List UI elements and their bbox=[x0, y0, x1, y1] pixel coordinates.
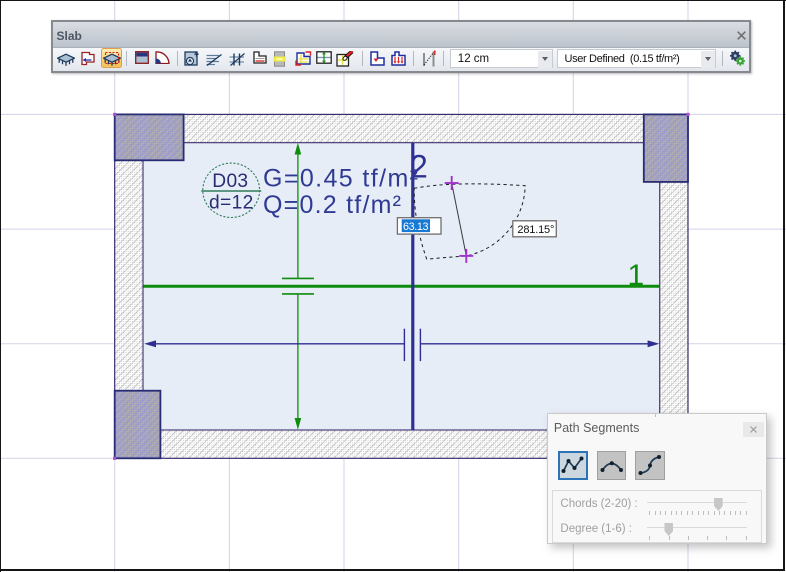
svg-text:63.13: 63.13 bbox=[403, 221, 429, 233]
svg-text:D03: D03 bbox=[212, 171, 248, 192]
svg-text:G=0.45 tf/m²: G=0.45 tf/m² bbox=[263, 165, 418, 193]
svg-text:Q=0.2 tf/m²: Q=0.2 tf/m² bbox=[263, 191, 401, 219]
svg-text:281.15°: 281.15° bbox=[517, 224, 554, 236]
svg-text:d=12: d=12 bbox=[209, 193, 253, 214]
svg-text:1: 1 bbox=[628, 259, 645, 292]
